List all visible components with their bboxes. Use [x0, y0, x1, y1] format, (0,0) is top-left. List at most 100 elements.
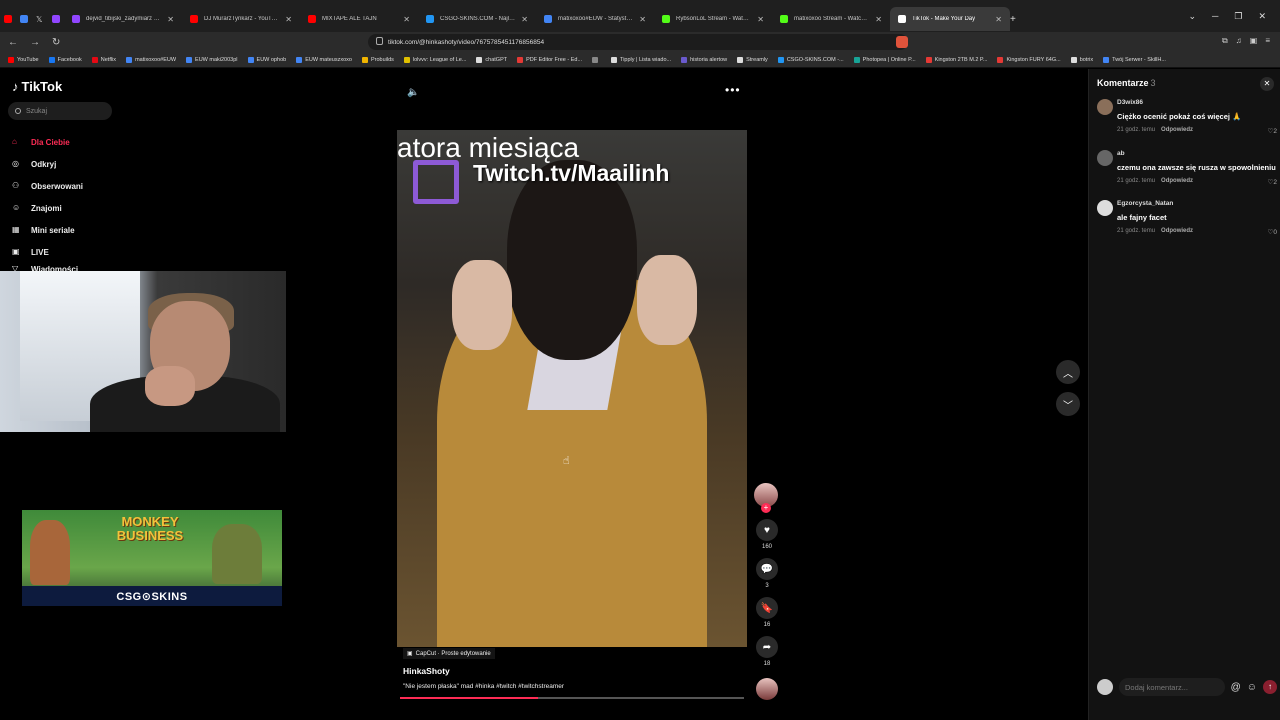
pinned-tab-x[interactable]: 𝕏 — [32, 7, 48, 31]
close-comments-button[interactable]: ✕ — [1260, 77, 1274, 91]
bookmark-item[interactable]: Kingston 2TB M.2 P... — [925, 56, 987, 63]
bookmark-item[interactable]: Facebook — [48, 56, 82, 63]
bookmark-item[interactable]: YouTube — [8, 56, 39, 63]
video-progress-bar[interactable] — [400, 697, 744, 699]
capcut-badge[interactable]: ▣ CapCut · Proste edytowanie — [403, 648, 495, 659]
browser-tab[interactable]: DJ MurarzTynkarz - YouTube ✕ — [182, 7, 300, 31]
bookmark-item[interactable]: Streamly — [737, 56, 768, 63]
comment-username[interactable]: D3wix86 — [1117, 99, 1143, 106]
send-comment-button[interactable]: ↑ — [1263, 680, 1277, 694]
comment-like-button[interactable]: ♡2 — [1268, 178, 1277, 186]
tiktok-logo[interactable]: ♪ TikTok — [12, 79, 62, 94]
commenter-avatar[interactable] — [1097, 150, 1113, 166]
extensions-icon[interactable]: ⧉ — [1222, 36, 1228, 46]
browser-tab[interactable]: TikTok - Make Your Day ✕ — [890, 7, 1010, 31]
previous-video-button[interactable]: ︿ — [1056, 360, 1080, 384]
comment-like-button[interactable]: ♡0 — [1268, 228, 1277, 236]
browser-tab[interactable]: matixoxoo Stream - Watch Live on K ✕ — [772, 7, 890, 31]
sidebar-item[interactable]: ◎ Odkryj — [12, 153, 83, 175]
forward-icon[interactable]: → — [30, 37, 40, 48]
pinned-tab-twitch[interactable] — [48, 7, 64, 31]
comment-input[interactable]: Dodaj komentarz... — [1119, 678, 1225, 696]
bookmark-item[interactable]: EUW mateuszxoxo — [296, 56, 352, 63]
bookmark-item[interactable]: CSGO-SKINS.COM -... — [777, 56, 844, 63]
volume-icon[interactable]: 🔈 — [407, 87, 419, 98]
media-icon[interactable]: ♫ — [1236, 36, 1242, 46]
csgo-skins-ad[interactable]: MONKEY BUSINESS CSG⊙SKINS — [22, 510, 282, 606]
url-field[interactable]: tiktok.com/@hinkashoty/video/76757854511… — [368, 34, 908, 50]
sidebar-item[interactable]: ☺ Znajomi — [12, 197, 83, 219]
emoji-icon[interactable]: ☺ — [1247, 682, 1257, 693]
video-author[interactable]: HinkaShoty — [403, 666, 450, 676]
reply-button[interactable]: Odpowiedz — [1161, 127, 1193, 133]
bookmark-item[interactable]: chatGPT — [476, 56, 507, 63]
bookmark-item[interactable]: botrix — [1070, 56, 1093, 63]
sidebar-item[interactable]: ▦ Mini seriale — [12, 219, 83, 241]
sidebar-icon[interactable]: ▣ — [1250, 36, 1258, 46]
reload-icon[interactable]: ↻ — [52, 37, 60, 48]
close-window-button[interactable]: ✕ — [1258, 11, 1266, 22]
bookmark-item[interactable]: Probuilds — [361, 56, 394, 63]
site-info-icon[interactable] — [376, 37, 383, 45]
back-icon[interactable]: ← — [8, 37, 18, 48]
brave-shield-icon[interactable] — [896, 36, 908, 48]
browser-tab[interactable]: RybsonLoL Stream - Watch Live on K ✕ — [654, 7, 772, 31]
browser-tab[interactable]: MIXTAPE ALE TAJN ✕ — [300, 7, 418, 31]
bookmark-item[interactable]: matixoxoo#EUW — [126, 56, 176, 63]
close-tab-icon[interactable]: ✕ — [285, 15, 292, 24]
bookmark-item[interactable]: Photopea | Online P... — [853, 56, 916, 63]
pinned-tab-youtube[interactable] — [0, 7, 16, 31]
comment-username[interactable]: Egzorcysta_Natan — [1117, 200, 1173, 207]
close-tab-icon[interactable]: ✕ — [757, 15, 764, 24]
browser-tab[interactable]: dejvid_tibijski_zadymiarz - Twitch ✕ — [64, 7, 182, 31]
next-video-button[interactable]: ﹀ — [1056, 392, 1080, 416]
sound-avatar[interactable] — [756, 678, 778, 700]
new-tab-button[interactable]: + — [1010, 7, 1024, 31]
video-player[interactable]: atora miesiąca Twitch.tv/Maailinh — [397, 130, 747, 647]
compass-icon: ◎ — [12, 158, 19, 168]
close-tab-icon[interactable]: ✕ — [639, 15, 646, 24]
mention-icon[interactable]: @ — [1231, 682, 1241, 693]
reply-button[interactable]: Odpowiedz — [1161, 178, 1193, 184]
restore-button[interactable]: ❐ — [1234, 11, 1242, 22]
sidebar-item[interactable]: ⌂ Dla Ciebie — [12, 131, 83, 153]
bookmark-item[interactable]: Twój Serwer - SkillH... — [1103, 56, 1166, 63]
bookmark-item[interactable]: Netflix — [91, 56, 116, 63]
sidebar-item[interactable]: ▣ LIVE — [12, 241, 83, 263]
bookmark-item[interactable]: Kingston FURY 64G... — [997, 56, 1061, 63]
commenter-avatar[interactable] — [1097, 200, 1113, 216]
bookmark-item[interactable]: historia alertow — [681, 56, 727, 63]
bookmark-item[interactable]: Tipply | Lista wiado... — [611, 56, 671, 63]
bookmark-item[interactable]: EUW maki2003pl — [186, 56, 238, 63]
bookmark-item[interactable]: PDF Editor Free - Ed... — [517, 56, 582, 63]
commenter-avatar[interactable] — [1097, 99, 1113, 115]
browser-tab[interactable]: CSGO-SKINS.COM - Najlepsze Skrzy ✕ — [418, 7, 536, 31]
close-tab-icon[interactable]: ✕ — [521, 15, 528, 24]
search-input[interactable]: Szukaj — [8, 102, 112, 120]
minimize-button[interactable]: ─ — [1212, 11, 1218, 22]
bookmark-item[interactable]: EUW ophob — [247, 56, 286, 63]
bookmark-label: Probuilds — [370, 56, 394, 63]
like-button[interactable]: ♥ — [756, 519, 778, 541]
menu-icon[interactable]: ≡ — [1265, 36, 1270, 46]
comment-username[interactable]: ab — [1117, 150, 1125, 157]
close-tab-icon[interactable]: ✕ — [403, 15, 410, 24]
comment-button[interactable]: 💬 — [756, 558, 778, 580]
pinned-tab-2[interactable] — [16, 7, 32, 31]
more-options-icon[interactable]: ••• — [725, 83, 741, 97]
reply-button[interactable]: Odpowiedz — [1161, 228, 1193, 234]
close-tab-icon[interactable]: ✕ — [167, 15, 174, 24]
follow-plus-icon[interactable]: + — [761, 503, 771, 513]
share-button[interactable]: ➦ — [756, 636, 778, 658]
bookmark-label: Facebook — [57, 56, 82, 63]
author-avatar[interactable]: + — [754, 483, 778, 513]
bookmark-item[interactable]: lolvvv: League of Le... — [403, 56, 466, 63]
sidebar-item[interactable]: ⚇ Obserwowani — [12, 175, 83, 197]
comment-like-button[interactable]: ♡2 — [1268, 127, 1277, 135]
bookmark-button[interactable]: 🔖 — [756, 597, 778, 619]
close-tab-icon[interactable]: ✕ — [875, 15, 882, 24]
close-tab-icon[interactable]: ✕ — [995, 15, 1002, 24]
bookmark-item[interactable] — [592, 56, 601, 63]
tab-search-icon[interactable]: ⌄ — [1188, 11, 1196, 22]
browser-tab[interactable]: matixoxoo#EUW - Statystyki przyw ✕ — [536, 7, 654, 31]
